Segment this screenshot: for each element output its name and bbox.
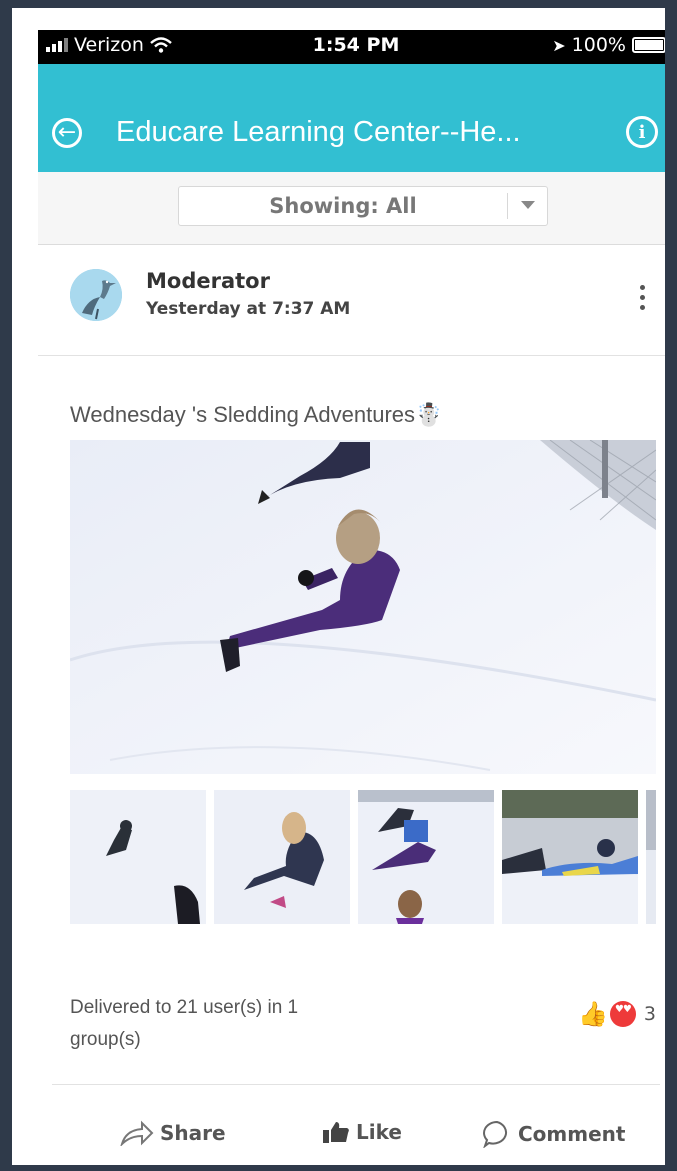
battery-percent: 100% [571, 34, 626, 56]
reaction-count: 3 [643, 1003, 656, 1025]
thumbnail-1[interactable] [70, 790, 206, 924]
post-header: Moderator Yesterday at 7:37 AM [38, 245, 665, 356]
thumbs-up-reaction-icon: 👍 [578, 1000, 608, 1028]
delivery-status: Delivered to 21 user(s) in 1 group(s) [70, 992, 370, 1056]
delivery-status-line-1: Delivered to 21 user(s) in 1 [70, 997, 299, 1018]
comment-button[interactable]: Comment [482, 1120, 625, 1148]
battery-icon [632, 37, 665, 53]
comment-label: Comment [518, 1122, 626, 1146]
share-label: Share [160, 1121, 226, 1145]
post-actions: Share Like Comment [38, 1120, 665, 1160]
more-options-icon[interactable] [640, 285, 646, 315]
page-title: Educare Learning Center--He... [116, 116, 521, 148]
comment-icon [483, 1120, 507, 1148]
heron-logo-icon [70, 269, 122, 321]
status-right: ➤ 100% [552, 34, 665, 56]
author-name[interactable]: Moderator [146, 269, 270, 293]
chevron-down-icon [521, 201, 535, 209]
status-bar: Verizon 1:54 PM ➤ 100% [38, 30, 665, 64]
avatar[interactable] [70, 269, 122, 321]
thumbnail-3[interactable] [358, 790, 494, 924]
thumbnail-4[interactable] [502, 790, 638, 924]
delivery-status-line-2: group(s) [70, 1029, 141, 1050]
location-arrow-icon: ➤ [552, 35, 566, 55]
heart-eyes-reaction-icon [609, 1001, 636, 1027]
filter-bar: Showing: All [38, 172, 665, 245]
back-arrow-icon[interactable]: ← [52, 118, 82, 148]
like-label: Like [356, 1120, 402, 1144]
share-icon [120, 1120, 154, 1146]
reactions-summary[interactable]: 👍 3 [578, 1000, 656, 1028]
post-title: Wednesday 's Sledding Adventures☃️ [70, 402, 443, 427]
info-icon[interactable]: i [626, 116, 658, 148]
filter-label: Showing: All [269, 194, 417, 218]
thumbnail-5[interactable] [646, 790, 656, 924]
filter-divider [507, 193, 508, 219]
sledding-photo [70, 440, 656, 774]
post-timestamp: Yesterday at 7:37 AM [146, 299, 351, 319]
thumbnail-strip [70, 790, 656, 924]
app-header: ← Educare Learning Center--He... i [38, 64, 665, 172]
device-frame: Verizon 1:54 PM ➤ 100% ← Educare Learnin… [0, 0, 677, 1171]
thumbs-up-icon [323, 1122, 349, 1143]
like-button[interactable]: Like [322, 1120, 402, 1144]
phone-screen: Verizon 1:54 PM ➤ 100% ← Educare Learnin… [38, 30, 665, 1165]
main-photo[interactable] [70, 440, 656, 774]
showing-filter-dropdown[interactable]: Showing: All [178, 186, 548, 226]
share-button[interactable]: Share [120, 1120, 226, 1146]
thumbnail-2[interactable] [214, 790, 350, 924]
actions-divider [52, 1084, 660, 1085]
